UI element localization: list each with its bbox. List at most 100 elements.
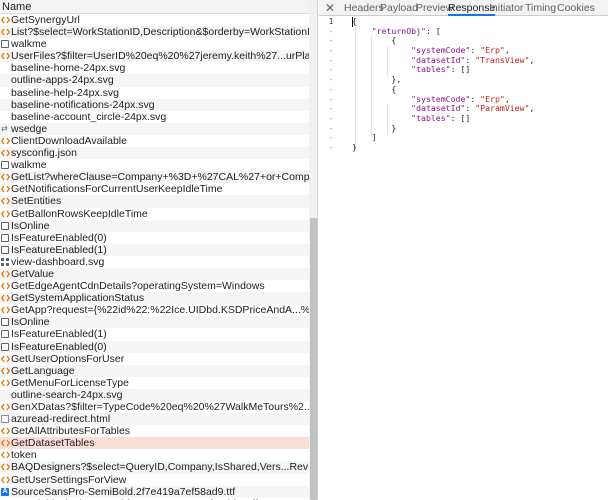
request-row[interactable]: view-dashboard.svg bbox=[0, 256, 309, 268]
line-number: - bbox=[328, 142, 334, 152]
request-row[interactable]: GetSystemApplicationStatus bbox=[0, 292, 309, 305]
request-row[interactable]: IsOnline bbox=[0, 219, 309, 232]
request-row[interactable]: GetLanguage bbox=[0, 364, 309, 377]
request-row[interactable]: baseline-account_circle-24px.svg bbox=[0, 111, 309, 123]
request-row[interactable]: IsFeatureEnabled(0) bbox=[0, 232, 309, 244]
request-name: outline-search-24px.svg bbox=[11, 388, 123, 401]
request-name: IsFeatureEnabled(1) bbox=[11, 243, 107, 256]
request-name: List?$select=WorkStationID,Description&$… bbox=[11, 26, 309, 39]
request-row[interactable]: outline-apps-24px.svg bbox=[0, 74, 309, 87]
request-name: GetLanguage bbox=[11, 364, 75, 377]
document-icon bbox=[1, 330, 9, 339]
document-icon bbox=[1, 233, 9, 242]
request-name: GetDatasetTables bbox=[11, 437, 95, 450]
request-row[interactable]: GetEdgeAgentCdnDetails?operatingSystem=W… bbox=[0, 280, 309, 292]
request-row[interactable]: baseline-notifications-24px.svg bbox=[0, 98, 309, 111]
close-icon[interactable]: ✕ bbox=[324, 1, 336, 15]
tab-payload[interactable]: Payload bbox=[380, 0, 418, 16]
request-row[interactable]: GetAllAttributesForTables bbox=[0, 425, 309, 437]
request-row[interactable]: GetApp?request={%22id%22:%22Ice.UIDbd.KS… bbox=[0, 304, 309, 316]
request-row[interactable]: IsFeatureEnabled(0) bbox=[0, 340, 309, 353]
line-number: - bbox=[328, 113, 334, 123]
name-column-header[interactable]: Name bbox=[0, 0, 317, 14]
fetch-xhr-icon bbox=[1, 403, 10, 411]
request-name: walkme bbox=[11, 38, 47, 51]
request-row[interactable]: IsFeatureEnabled(1) bbox=[0, 243, 309, 256]
request-row[interactable]: ⇄ wsedge bbox=[0, 122, 309, 135]
fetch-xhr-icon bbox=[1, 173, 10, 181]
request-row[interactable]: GetNotificationsForCurrentUserKeepIdleTi… bbox=[0, 183, 309, 195]
request-row[interactable]: outline-search-24px.svg bbox=[0, 388, 309, 401]
request-row[interactable]: baseline-help-24px.svg bbox=[0, 87, 309, 99]
fetch-xhr-icon bbox=[1, 137, 10, 145]
request-row[interactable]: ClientDownloadAvailable bbox=[0, 135, 309, 147]
request-row[interactable]: GetList?whereClause=Company+%3D+%27CAL%2… bbox=[0, 171, 309, 184]
request-row[interactable]: azuread-redirect.html bbox=[0, 413, 309, 426]
request-name: IsOnline bbox=[11, 219, 50, 232]
fetch-xhr-icon bbox=[1, 52, 10, 60]
request-name: IsFeatureEnabled(0) bbox=[11, 340, 107, 353]
tab-initiator[interactable]: Initiator bbox=[489, 0, 523, 16]
document-icon bbox=[1, 245, 9, 254]
fetch-xhr-icon bbox=[1, 185, 10, 193]
request-row[interactable]: IsFeatureEnabled(1) bbox=[0, 328, 309, 340]
request-name: baseline-notifications-24px.svg bbox=[11, 98, 155, 111]
fetch-xhr-icon bbox=[1, 451, 10, 459]
request-row[interactable]: List?$select=WorkStationID,Description&$… bbox=[0, 26, 309, 39]
request-row[interactable]: GetUserOptionsForUser bbox=[0, 353, 309, 365]
request-row[interactable]: GenXDatas?$filter=TypeCode%20eq%20%27Wal… bbox=[0, 401, 309, 413]
request-row[interactable]: A SourceSansPro-SemiBold.2f7e419a7ef58ad9… bbox=[0, 485, 309, 498]
request-row[interactable]: UserFiles?$filter=UserID%20eq%20%27jerem… bbox=[0, 50, 309, 63]
tab-headers[interactable]: Headers bbox=[344, 0, 384, 16]
request-name: IsFeatureEnabled(1) bbox=[11, 328, 107, 341]
request-name: baseline-account_circle-24px.svg bbox=[11, 110, 167, 123]
request-row[interactable]: sysconfig.json bbox=[0, 147, 309, 160]
request-name: GetEdgeAgentCdnDetails?operatingSystem=W… bbox=[11, 280, 265, 293]
tab-timing[interactable]: Timing bbox=[525, 0, 556, 16]
scrollbar-thumb[interactable] bbox=[310, 218, 317, 500]
request-row[interactable]: GetDatasetTables bbox=[0, 437, 309, 450]
request-row[interactable]: GetUserSettingsForView bbox=[0, 474, 309, 486]
request-name: walkme bbox=[11, 159, 47, 172]
request-list: GetSynergyUrl List?$select=WorkStationID,… bbox=[0, 0, 309, 500]
line-number: - bbox=[328, 65, 334, 75]
fetch-xhr-icon bbox=[1, 210, 10, 218]
tab-cookies[interactable]: Cookies bbox=[557, 0, 595, 16]
line-number: - bbox=[328, 94, 334, 104]
fetch-xhr-icon bbox=[1, 463, 10, 471]
response-viewer[interactable]: 1------------- { "returnObj": [ { "syste… bbox=[319, 16, 608, 500]
request-row[interactable]: GetMenuForLicenseType bbox=[0, 377, 309, 389]
request-row[interactable]: GetBallonRowsKeepIdleTime bbox=[0, 208, 309, 220]
request-row[interactable]: BAQDesigners?$select=QueryID,Company,IsS… bbox=[0, 461, 309, 474]
request-row[interactable]: IsOnline bbox=[0, 316, 309, 329]
fetch-xhr-icon bbox=[1, 476, 10, 484]
request-name: IsOnline bbox=[11, 316, 50, 329]
document-icon bbox=[1, 40, 9, 49]
request-name: GetUserOptionsForUser bbox=[11, 352, 125, 365]
fetch-xhr-icon bbox=[1, 16, 10, 24]
request-name: ClientDownloadAvailable bbox=[11, 134, 127, 147]
image-file-icon bbox=[1, 415, 9, 424]
request-name: GetSynergyUrl bbox=[11, 14, 80, 26]
fetch-xhr-icon bbox=[1, 197, 10, 205]
detail-tab-bar: ✕ Headers Payload Preview Response Initiator… bbox=[319, 0, 608, 16]
json-line: } bbox=[352, 122, 397, 133]
line-number: - bbox=[328, 104, 334, 114]
request-row[interactable]: SetEntities bbox=[0, 195, 309, 208]
request-row[interactable]: walkme bbox=[0, 159, 309, 171]
request-row[interactable]: walkme bbox=[0, 38, 309, 50]
fetch-xhr-icon bbox=[1, 294, 10, 302]
line-number: - bbox=[328, 123, 334, 133]
document-icon bbox=[1, 318, 9, 327]
request-name: GetValue bbox=[11, 267, 54, 280]
request-name: sysconfig.json bbox=[11, 147, 77, 160]
request-name: GetUserSettingsForView bbox=[11, 473, 127, 486]
request-name: view-dashboard.svg bbox=[11, 255, 105, 268]
line-number: - bbox=[328, 36, 334, 46]
request-name: SourceSansPro-SemiBold.2f7e419a7ef58ad9.… bbox=[11, 485, 236, 498]
request-row[interactable]: GetSynergyUrl bbox=[0, 14, 309, 26]
request-row[interactable]: baseline-home-24px.svg bbox=[0, 62, 309, 74]
request-row[interactable]: GetValue bbox=[0, 267, 309, 281]
request-list-scrollbar[interactable] bbox=[309, 0, 317, 500]
request-row[interactable]: token bbox=[0, 449, 309, 461]
